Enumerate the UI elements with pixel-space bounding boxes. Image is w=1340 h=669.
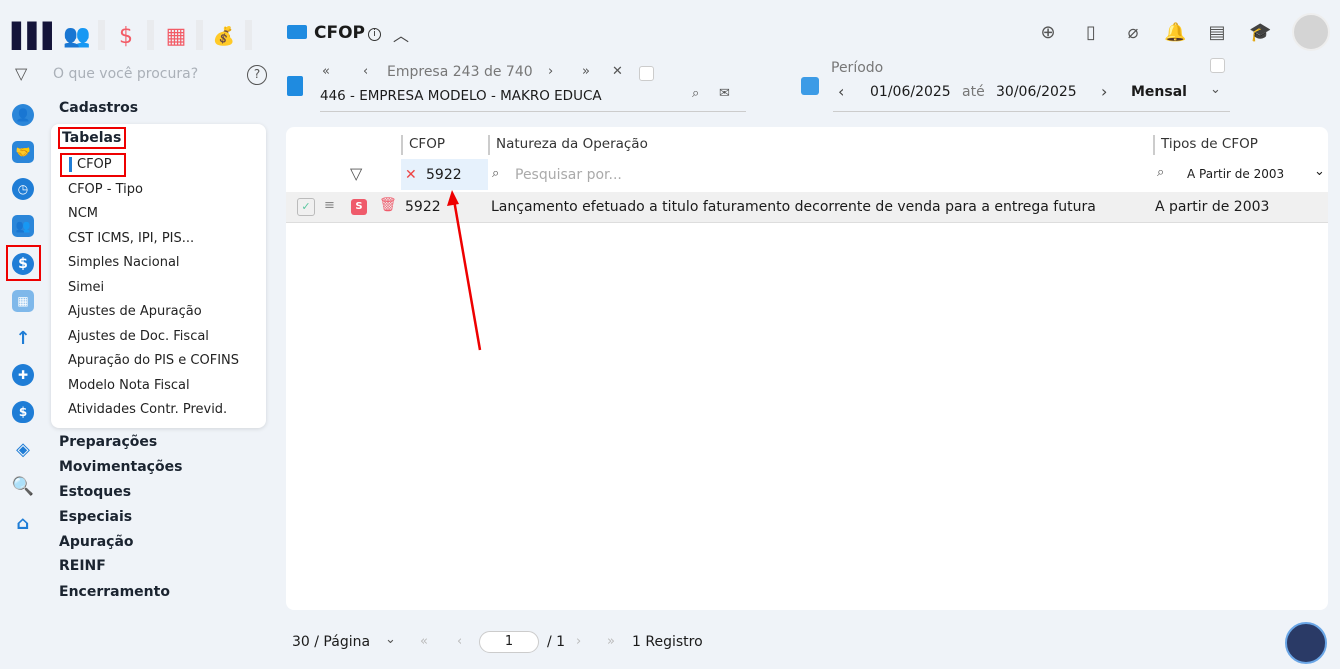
total-pages: / 1: [547, 634, 566, 650]
page-input[interactable]: 1: [479, 631, 539, 653]
last-page-button[interactable]: »: [607, 634, 615, 649]
assistant-avatar[interactable]: [1285, 622, 1327, 664]
first-page-button[interactable]: «: [420, 634, 428, 649]
record-count: 1 Registro: [632, 634, 703, 650]
chevron-down-icon[interactable]: ⌄: [385, 632, 396, 647]
per-page-select[interactable]: 30 / Página: [292, 634, 370, 650]
prev-page-button[interactable]: ‹: [457, 634, 462, 649]
next-page-button[interactable]: ›: [576, 634, 581, 649]
annotation-arrow: [447, 190, 482, 351]
